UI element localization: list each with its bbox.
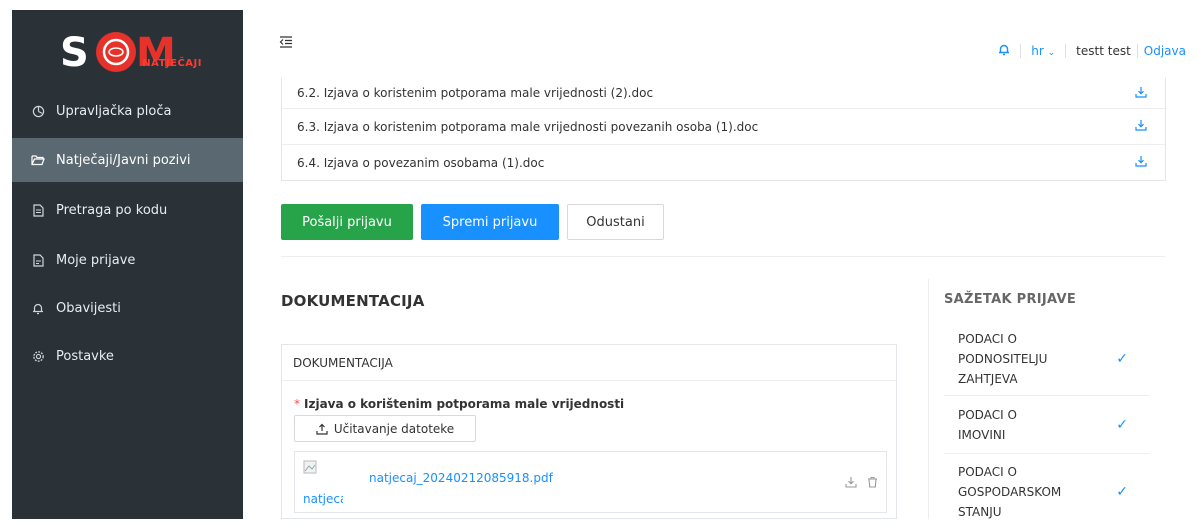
upload-file-button[interactable]: Učitavanje datoteke [294, 415, 476, 442]
sidebar-item-label: Postavke [56, 348, 114, 364]
sidebar-item-pretraga[interactable]: Pretraga po kodu [12, 188, 243, 232]
logo-badge: NATJEČAJI [142, 58, 202, 69]
divider [928, 279, 929, 519]
header-actions: hr ⌄ testt test Odjava [998, 43, 1186, 59]
language-select[interactable]: hr ⌄ [1031, 44, 1055, 58]
sidebar-item-dashboard[interactable]: Upravljačka ploča [12, 89, 243, 133]
sidebar-item-moje-prijave[interactable]: Moje prijave [12, 238, 243, 282]
divider [1136, 44, 1138, 58]
check-icon: ✓ [1116, 483, 1128, 500]
file-icon [28, 203, 48, 217]
uploaded-file-alt-text[interactable]: natjecaj_20240212085918.pdf [303, 492, 343, 506]
table-row: 6.4. Izjava o povezanim osobama (1).doc [282, 144, 1165, 180]
gear-icon [28, 350, 48, 363]
required-field-label: * Izjava o korištenim potporama male vrij… [294, 397, 624, 411]
file-text-icon [28, 253, 48, 267]
chevron-down-icon: ⌄ [1047, 48, 1056, 58]
sidebar-item-obavijesti[interactable]: Obavijesti [12, 286, 243, 330]
table-row: 6.2. Izjava o koristenim potporama male … [282, 78, 1165, 108]
divider [1065, 44, 1067, 58]
uploaded-file-link[interactable]: natjecaj_20240212085918.pdf [369, 471, 553, 485]
attachments-table: 6.2. Izjava o koristenim potporama male … [281, 78, 1166, 181]
download-icon[interactable] [1135, 155, 1147, 170]
file-actions [845, 476, 878, 492]
logo-graphic: S M [60, 30, 176, 76]
summary-item-label: PODACI O IMOVINI [958, 407, 1017, 442]
section-title: DOKUMENTACIJA [281, 292, 425, 310]
save-application-button[interactable]: Spremi prijavu [421, 204, 559, 240]
sidebar-item-postavke[interactable]: Postavke [12, 334, 243, 378]
upload-label: Učitavanje datoteke [333, 421, 455, 436]
top-bar: hr ⌄ testt test Odjava [243, 10, 1196, 72]
sidebar-item-label: Upravljačka ploča [56, 103, 172, 119]
file-name[interactable]: 6.2. Izjava o koristenim potporama male … [297, 86, 653, 100]
cancel-button[interactable]: Odustani [567, 204, 664, 240]
summary-item-applicant[interactable]: PODACI O PODNOSITELJU ZAHTJEVA ✓ [944, 323, 1150, 396]
broken-image-icon [303, 460, 317, 474]
svg-text:S: S [60, 30, 89, 76]
file-name[interactable]: 6.3. Izjava o koristenim potporama male … [297, 120, 758, 134]
download-icon[interactable] [1135, 86, 1147, 101]
documentation-panel: DOKUMENTACIJA * Izjava o korištenim potpo… [281, 344, 897, 519]
bell-icon [28, 302, 48, 315]
send-application-button[interactable]: Pošalji prijavu [281, 204, 413, 240]
field-label-text: Izjava o korištenim potporama male vrije… [304, 397, 625, 411]
sidebar-item-label: Obavijesti [56, 300, 121, 316]
delete-icon[interactable] [867, 476, 878, 492]
file-name[interactable]: 6.4. Izjava o povezanim osobama (1).doc [297, 156, 544, 170]
summary-item-property[interactable]: PODACI O IMOVINI ✓ [944, 396, 1150, 454]
sidebar: S M NATJEČAJI Upravljačka ploča Natječaj… [12, 10, 243, 519]
logo[interactable]: S M NATJEČAJI [54, 22, 204, 84]
download-icon[interactable] [1135, 119, 1147, 134]
table-row: 6.3. Izjava o koristenim potporama male … [282, 108, 1165, 144]
language-value: hr [1031, 44, 1044, 58]
sidebar-item-natjecaji[interactable]: Natječaji/Javni pozivi [12, 138, 243, 182]
required-marker: * [294, 397, 300, 411]
summary-item-label: PODACI O PODNOSITELJU ZAHTJEVA [958, 332, 1048, 386]
logout-link[interactable]: Odjava [1144, 44, 1186, 58]
summary-item-economic-state[interactable]: PODACI O GOSPODARSKOM STANJU ✓ [944, 454, 1150, 529]
upload-icon [316, 423, 328, 435]
summary-title: SAŽETAK PRIJAVE [944, 292, 1077, 307]
sidebar-item-label: Natječaji/Javni pozivi [56, 152, 191, 168]
folder-open-icon [28, 154, 48, 166]
check-icon: ✓ [1116, 416, 1128, 433]
divider [281, 256, 1165, 257]
sidebar-item-label: Pretraga po kodu [56, 202, 168, 218]
user-name: testt test [1076, 44, 1131, 58]
menu-fold-icon[interactable] [279, 36, 293, 52]
summary-item-label: PODACI O GOSPODARSKOM STANJU [958, 464, 1062, 519]
download-icon[interactable] [845, 476, 857, 492]
bell-icon[interactable] [998, 43, 1010, 59]
svg-text:M: M [136, 30, 176, 76]
divider [1020, 44, 1022, 58]
check-icon: ✓ [1116, 351, 1128, 367]
uploaded-file-item: natjecaj_20240212085918.pdf natjecaj_202… [294, 451, 887, 513]
panel-title: DOKUMENTACIJA [282, 345, 896, 381]
dashboard-icon [28, 105, 48, 118]
sidebar-item-label: Moje prijave [56, 252, 136, 268]
